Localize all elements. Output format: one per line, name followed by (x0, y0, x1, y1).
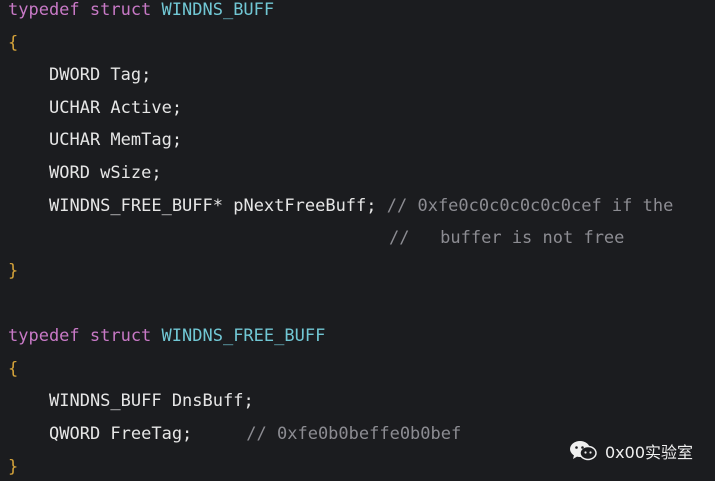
watermark-label: 0x00实验室 (605, 443, 694, 462)
wechat-icon (569, 440, 597, 462)
struct1-field-pnextfreebuff: WINDNS_FREE_BUFF* pNextFreeBuff; // 0xfe… (49, 194, 673, 218)
struct1-declaration: typedef struct WINDNS_BUFF (8, 0, 274, 22)
struct1-field-active: UCHAR Active; (49, 98, 183, 118)
pointer-field-text: WINDNS_FREE_BUFF* pNextFreeBuff; (49, 196, 377, 216)
struct2-open-brace: { (8, 359, 19, 379)
watermark: 0x00实验室 (569, 437, 693, 465)
struct1-close-brace: } (8, 261, 19, 281)
typedef-keyword: typedef struct (8, 0, 152, 20)
struct2-field-dnsbuff: WINDNS_BUFF DnsBuff; (49, 391, 254, 411)
code-view: typedef struct WINDNS_BUFF { DWORD Tag; … (0, 0, 715, 481)
struct1-field-tag: DWORD Tag; (49, 65, 152, 85)
freetag-comment: // 0xfe0b0beffe0b0bef (246, 424, 462, 444)
pointer-comment-line1: // 0xfe0c0c0c0c0c0cef if the (386, 196, 674, 216)
struct2-field-freetag: QWORD FreeTag; // 0xfe0b0beffe0b0bef (49, 422, 461, 446)
struct1-name: WINDNS_BUFF (161, 0, 275, 20)
struct1-field-memtag: UCHAR MemTag; (49, 130, 183, 150)
struct1-open-brace: { (8, 33, 19, 53)
struct2-close-brace: } (8, 457, 19, 477)
struct1-field-wsize: WORD wSize; (49, 163, 162, 183)
freetag-field-text: QWORD FreeTag; (49, 424, 193, 444)
typedef-keyword: typedef struct (8, 326, 152, 346)
struct2-declaration: typedef struct WINDNS_FREE_BUFF (8, 324, 325, 348)
struct2-name: WINDNS_FREE_BUFF (161, 326, 326, 346)
pointer-comment-line2: // buffer is not free (389, 228, 625, 248)
